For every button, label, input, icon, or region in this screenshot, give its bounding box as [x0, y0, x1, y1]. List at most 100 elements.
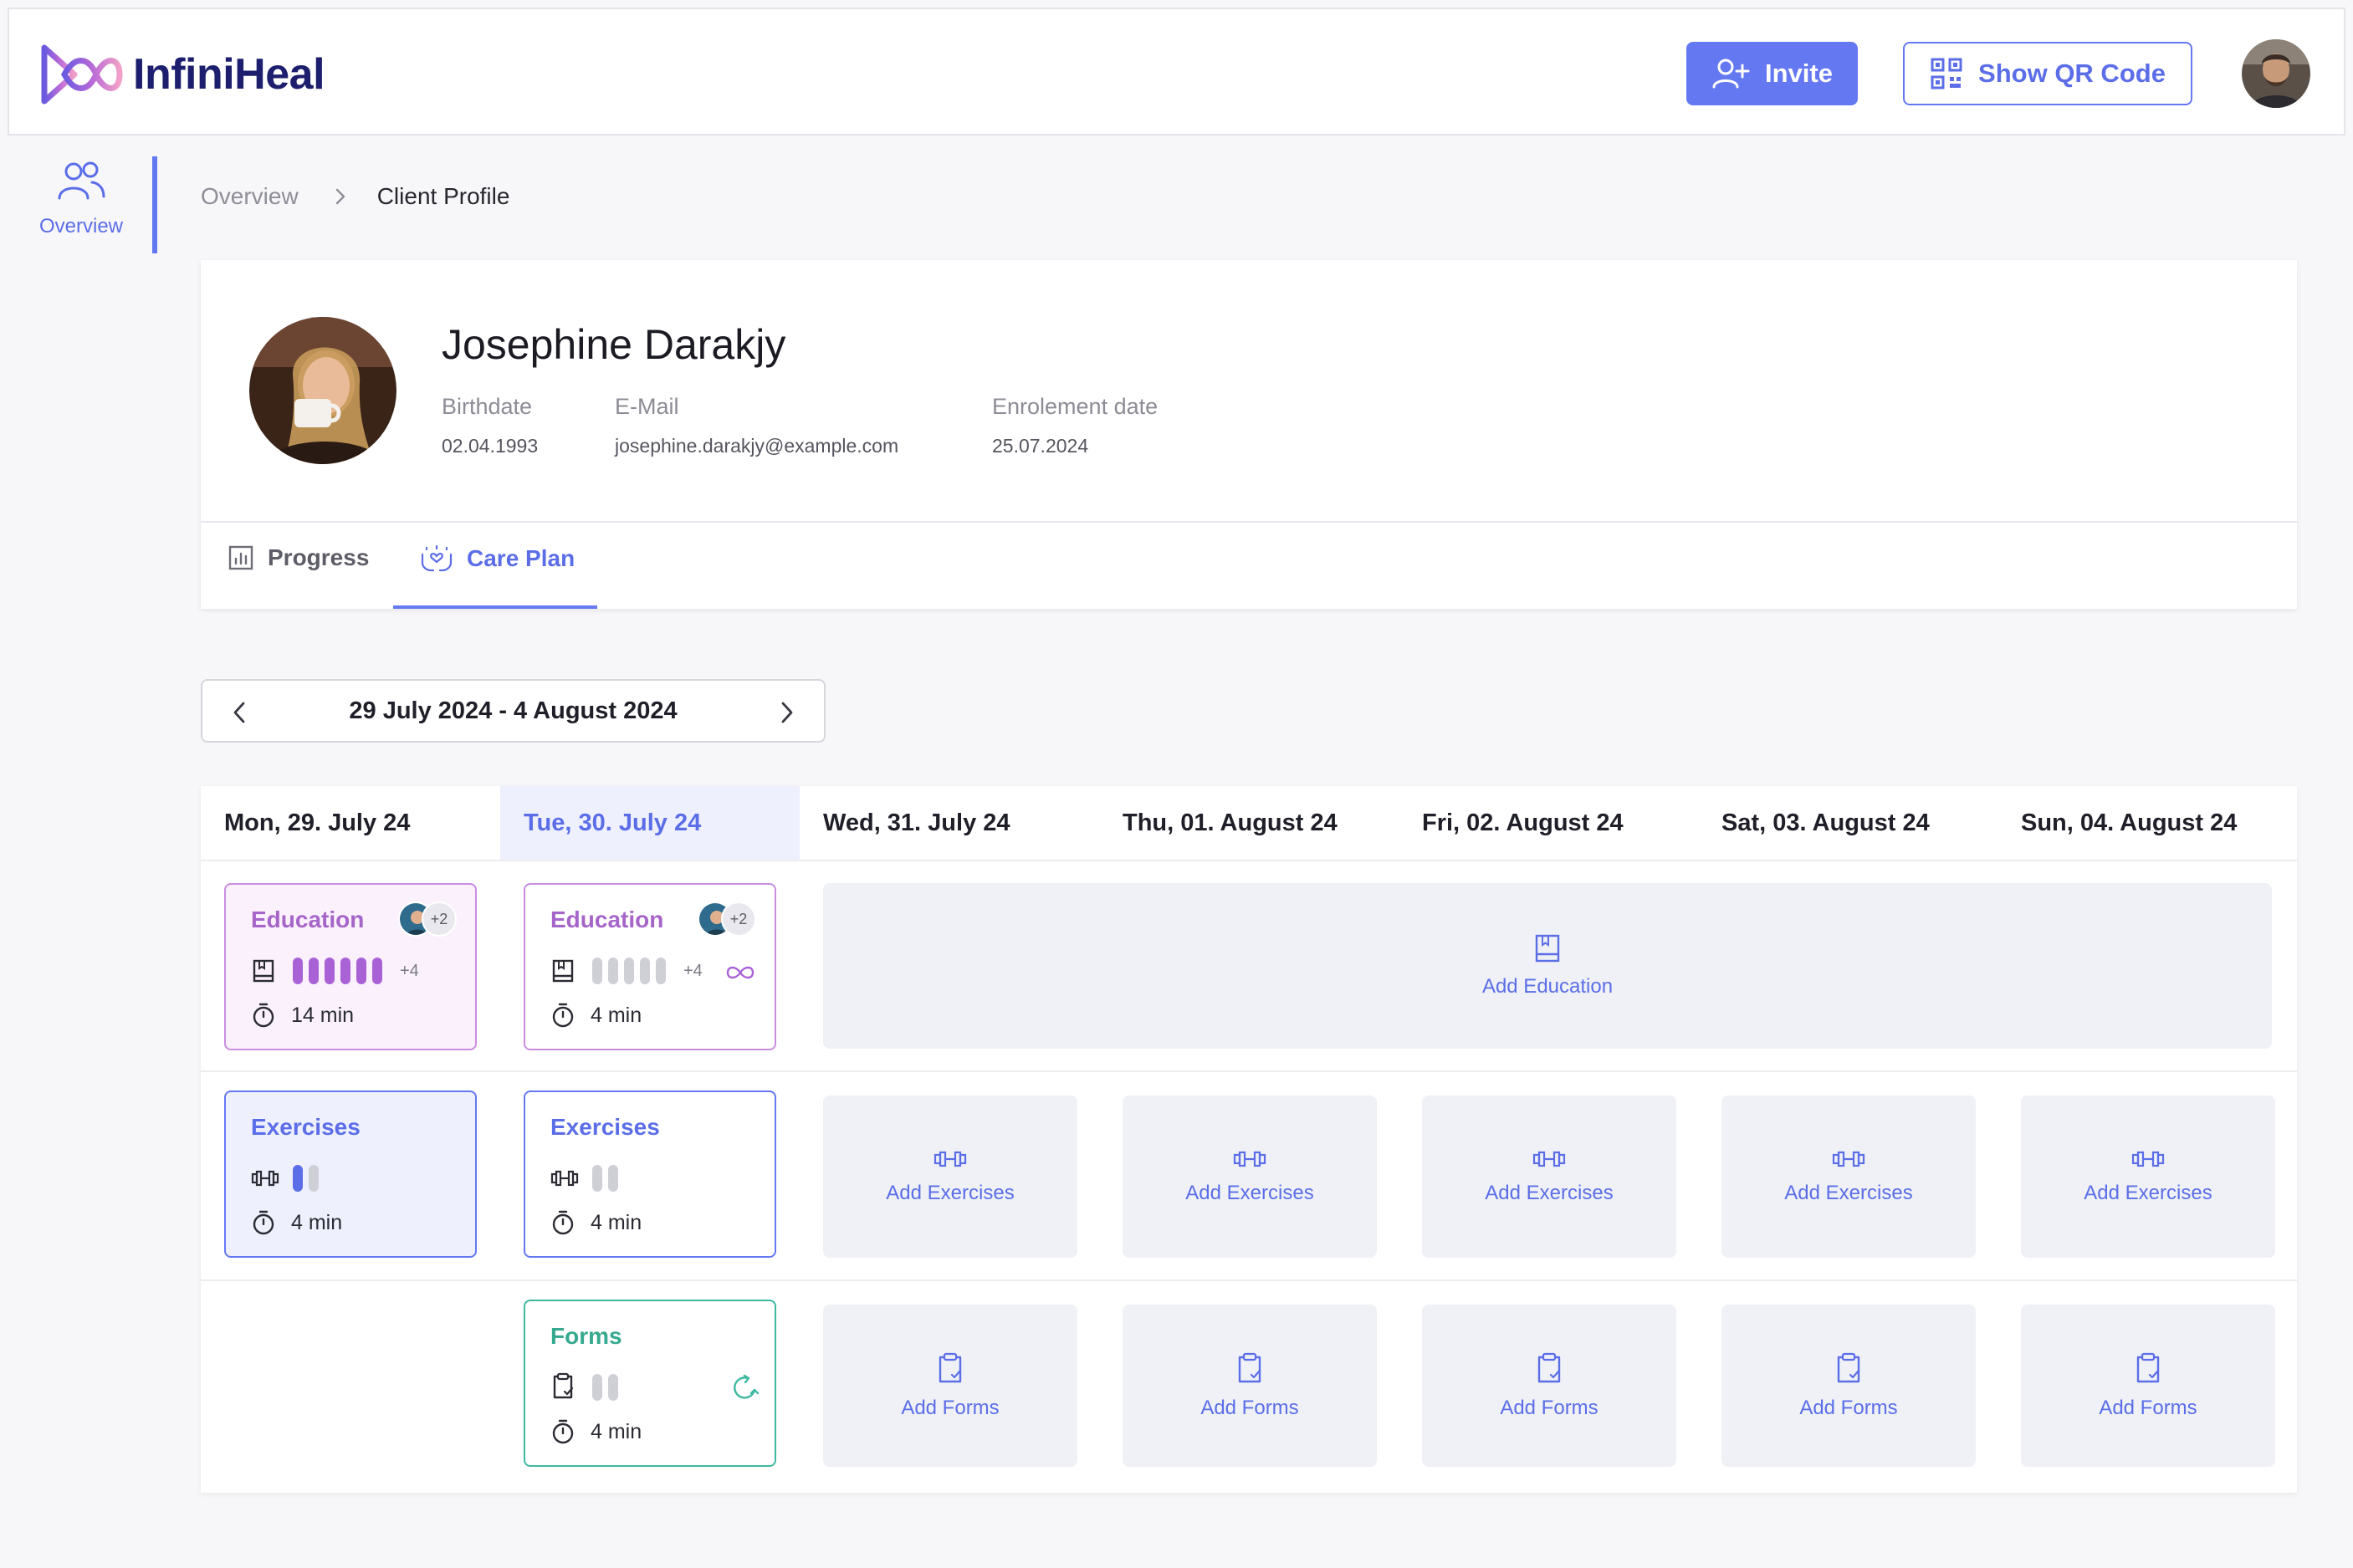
- row-divider: [201, 1279, 2297, 1281]
- chevron-right-icon: [335, 188, 345, 205]
- email-label: E-Mail: [615, 394, 679, 419]
- clipboard-check-icon: [939, 1352, 962, 1383]
- birthdate-value: 02.04.1993: [442, 435, 539, 457]
- add-education-button[interactable]: Add Education: [823, 883, 2272, 1049]
- app-logo[interactable]: InfiniHeal: [39, 41, 325, 108]
- day-header-mon: Mon, 29. July 24: [224, 809, 411, 836]
- active-indicator: [152, 156, 157, 253]
- exercises-card-tue[interactable]: Exercises 4 min: [524, 1090, 776, 1258]
- pill: [340, 958, 350, 984]
- progress-pills: [293, 958, 382, 984]
- avatar-more-count: +2: [721, 901, 756, 937]
- progress-pills: [592, 1374, 618, 1401]
- tab-care-plan[interactable]: Care Plan: [420, 544, 575, 573]
- pill: [656, 958, 666, 984]
- dumbbell-icon: [934, 1151, 967, 1167]
- add-forms-label: Add Forms: [1799, 1397, 1898, 1419]
- more-count: +4: [683, 962, 703, 980]
- chevron-right-icon[interactable]: [779, 699, 795, 726]
- chart-icon: [228, 545, 253, 570]
- pill: [608, 1165, 618, 1192]
- client-profile-card: Josephine Darakjy Birthdate 02.04.1993 E…: [201, 260, 2297, 609]
- tab-progress[interactable]: Progress: [228, 544, 369, 571]
- pill: [309, 1165, 319, 1192]
- add-education-label: Add Education: [1481, 975, 1614, 998]
- day-header-fri: Fri, 02. August 24: [1422, 809, 1624, 836]
- add-exercises-label: Add Exercises: [1485, 1182, 1614, 1204]
- add-forms-label: Add Forms: [901, 1397, 1000, 1419]
- email-value: josephine.darakjy@example.com: [615, 435, 899, 457]
- book-icon: [253, 959, 274, 983]
- add-exercises-button-wed[interactable]: Add Exercises: [823, 1096, 1077, 1258]
- book-icon: [552, 959, 574, 983]
- care-plan-grid: Mon, 29. July 24 Tue, 30. July 24 Wed, 3…: [201, 786, 2297, 1493]
- pill: [608, 1374, 618, 1401]
- add-exercises-label: Add Exercises: [2084, 1182, 2212, 1204]
- add-exercises-button-sat[interactable]: Add Exercises: [1721, 1096, 1976, 1258]
- pill: [592, 1374, 602, 1401]
- duration-value: 14 min: [291, 1003, 355, 1027]
- birthdate-label: Birthdate: [442, 394, 533, 419]
- add-exercises-button-sun[interactable]: Add Exercises: [2021, 1096, 2275, 1258]
- duration: 4 min: [550, 1418, 642, 1445]
- recurring-icon: [734, 1374, 760, 1399]
- add-forms-button-thu[interactable]: Add Forms: [1123, 1305, 1377, 1467]
- forms-card-tue[interactable]: Forms 4 min: [524, 1300, 776, 1467]
- timer-icon: [552, 1003, 574, 1028]
- app-name: InfiniHeal: [133, 50, 325, 99]
- card-title: Education: [550, 907, 664, 932]
- infinity-repeat-icon: [726, 966, 754, 979]
- add-exercises-button-fri[interactable]: Add Exercises: [1422, 1096, 1676, 1258]
- education-card-mon[interactable]: Education +2 +4 14 min: [224, 883, 477, 1050]
- row-divider: [201, 860, 2297, 861]
- enrolment-value: 25.07.2024: [992, 435, 1089, 457]
- breadcrumb-overview-link[interactable]: Overview: [201, 183, 299, 210]
- week-selector: 29 July 2024 - 4 August 2024: [201, 679, 826, 743]
- education-card-tue[interactable]: Education +2 +4 4 min: [524, 883, 776, 1050]
- pill: [592, 958, 602, 984]
- infinity-logo-icon: [41, 44, 123, 105]
- pill: [293, 958, 303, 984]
- add-user-icon: [1712, 59, 1750, 89]
- progress-pills: [592, 958, 666, 984]
- pill: [356, 958, 366, 984]
- show-qr-code-button[interactable]: Show QR Code: [1903, 42, 2192, 105]
- timer-icon: [552, 1419, 574, 1444]
- dumbbell-icon: [1832, 1151, 1865, 1167]
- add-forms-button-sat[interactable]: Add Forms: [1721, 1305, 1976, 1467]
- add-forms-label: Add Forms: [2099, 1397, 2197, 1419]
- card-title: Exercises: [251, 1114, 361, 1140]
- breadcrumb-current: Client Profile: [376, 183, 510, 209]
- exercises-card-mon[interactable]: Exercises 4 min: [224, 1090, 477, 1258]
- pill: [608, 958, 618, 984]
- duration: 4 min: [550, 1209, 642, 1236]
- clipboard-check-icon: [2136, 1352, 2160, 1383]
- add-exercises-label: Add Exercises: [1185, 1182, 1314, 1204]
- clipboard-check-icon: [553, 1372, 574, 1399]
- add-forms-button-wed[interactable]: Add Forms: [823, 1305, 1077, 1467]
- sidebar-item-overview[interactable]: Overview: [8, 156, 155, 255]
- client-avatar: [249, 317, 396, 464]
- duration-value: 4 min: [591, 1003, 642, 1027]
- breadcrumb: Overview Client Profile: [201, 183, 509, 210]
- tab-label: Progress: [268, 544, 370, 570]
- pill: [624, 958, 634, 984]
- invite-label: Invite: [1765, 59, 1833, 88]
- pill: [592, 1165, 602, 1192]
- day-header-tue: Tue, 30. July 24: [500, 786, 800, 860]
- invite-button[interactable]: Invite: [1686, 42, 1858, 105]
- pill: [372, 958, 382, 984]
- add-exercises-button-thu[interactable]: Add Exercises: [1123, 1096, 1377, 1258]
- qr-code-icon: [1931, 58, 1962, 89]
- clipboard-check-icon: [1238, 1352, 1261, 1383]
- divider: [201, 521, 2297, 523]
- progress-pills: [293, 1165, 319, 1192]
- add-forms-button-sun[interactable]: Add Forms: [2021, 1305, 2275, 1467]
- add-forms-button-fri[interactable]: Add Forms: [1422, 1305, 1676, 1467]
- qr-label: Show QR Code: [1978, 59, 2166, 88]
- side-navigation: Overview: [8, 156, 157, 255]
- duration: 4 min: [251, 1209, 342, 1236]
- dumbbell-icon: [251, 1170, 279, 1187]
- user-avatar[interactable]: [2242, 39, 2310, 108]
- enrolment-field: Enrolement date 25.07.2024: [992, 394, 1158, 457]
